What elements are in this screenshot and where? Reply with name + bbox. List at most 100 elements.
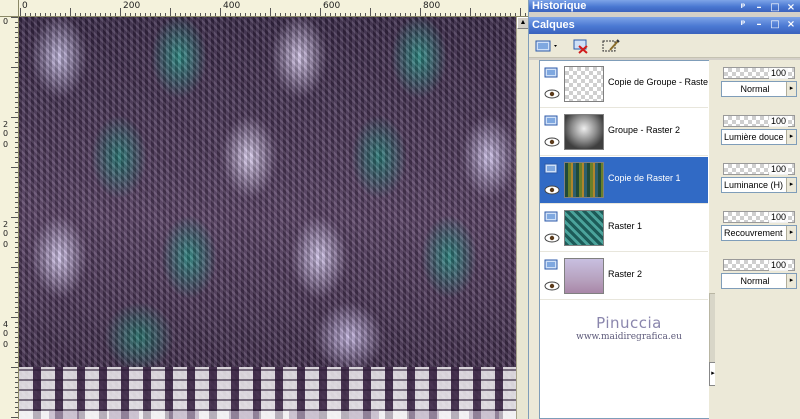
ruler-tick — [325, 13, 326, 16]
ruler-tick — [15, 147, 18, 148]
ruler-tick — [330, 13, 331, 16]
ruler-tick — [375, 13, 376, 16]
ruler-tick — [70, 8, 71, 16]
ruler-tick — [11, 417, 18, 418]
ruler-tick — [465, 13, 466, 16]
ruler-label: 0 — [2, 329, 9, 338]
ruler-tick — [15, 312, 18, 313]
ruler-corner — [0, 0, 19, 17]
layer-row[interactable]: Groupe - Raster 2 — [540, 109, 708, 156]
blend-mode-select[interactable]: Normal ▸ — [721, 273, 797, 289]
layer-row[interactable]: Copie de Groupe - Raster — [540, 61, 708, 108]
ruler-tick — [15, 157, 18, 158]
opacity-slider[interactable]: 100 — [723, 67, 795, 79]
ruler-tick — [50, 13, 51, 16]
layers-toolbar — [529, 34, 800, 58]
layer-thumbnail — [564, 114, 604, 150]
blend-mode-select[interactable]: Recouvrement ▸ — [721, 225, 797, 241]
ruler-tick — [185, 13, 186, 16]
ruler-tick — [15, 112, 18, 113]
ruler-tick — [300, 13, 301, 16]
layer-name: Copie de Groupe - Raster — [608, 77, 708, 87]
close-icon[interactable]: × — [785, 2, 797, 14]
ruler-tick — [430, 13, 431, 16]
ruler-label: 0 — [22, 1, 28, 11]
eye-icon[interactable] — [544, 281, 560, 291]
chevron-right-icon: ▸ — [786, 274, 796, 288]
ruler-tick — [425, 13, 426, 16]
minimize-icon[interactable]: – — [753, 19, 765, 31]
ruler-tick — [15, 342, 18, 343]
ruler-tick — [215, 13, 216, 16]
ruler-tick — [15, 282, 18, 283]
ruler-tick — [170, 8, 171, 16]
ruler-tick — [15, 257, 18, 258]
opacity-value: 100 — [768, 260, 788, 271]
ruler-tick — [11, 367, 18, 368]
layer-row[interactable]: Copie de Raster 1 — [540, 157, 708, 204]
ruler-label: 0 — [2, 340, 9, 349]
eye-icon[interactable] — [544, 233, 560, 243]
watermark: Pinuccia www.maidiregrafica.eu — [564, 314, 694, 342]
ruler-tick — [15, 347, 18, 348]
layer-type-icon — [544, 211, 558, 222]
ruler-tick — [410, 13, 411, 16]
new-layer-button[interactable] — [533, 36, 561, 56]
ruler-tick — [225, 13, 226, 16]
layer-row[interactable]: Raster 2 — [540, 253, 708, 300]
opacity-slider[interactable]: 100 — [723, 259, 795, 271]
ruler-tick — [15, 92, 18, 93]
eye-icon[interactable] — [544, 137, 560, 147]
ruler-tick — [320, 8, 321, 16]
canvas-vertical-scrollbar[interactable]: ▲ — [516, 17, 529, 419]
blend-mode-value: Recouvrement — [724, 228, 783, 238]
pin-icon[interactable]: ᵖ — [737, 19, 749, 31]
blend-mode-select[interactable]: Normal ▸ — [721, 81, 797, 97]
layer-properties-button[interactable] — [599, 36, 623, 56]
opacity-slider[interactable]: 100 — [723, 163, 795, 175]
ruler-tick — [380, 13, 381, 16]
eye-icon[interactable] — [544, 89, 560, 99]
opacity-slider[interactable]: 100 — [723, 211, 795, 223]
ruler-tick — [15, 292, 18, 293]
ruler-tick — [350, 13, 351, 16]
ruler-tick — [490, 13, 491, 16]
minimize-icon[interactable]: – — [753, 2, 765, 14]
eye-icon[interactable] — [544, 185, 560, 195]
ruler-tick — [460, 13, 461, 16]
ruler-tick — [15, 202, 18, 203]
ruler-tick — [450, 13, 451, 16]
layer-row[interactable]: Raster 1 — [540, 205, 708, 252]
ruler-tick — [205, 13, 206, 16]
ruler-tick — [15, 227, 18, 228]
ruler-tick — [15, 177, 18, 178]
ruler-tick — [145, 13, 146, 16]
psp-window: 0 200 400 600 800 0200200400 ▲ Historique ᵖ … — [0, 0, 800, 419]
ruler-tick — [275, 13, 276, 16]
opacity-slider[interactable]: 100 — [723, 115, 795, 127]
history-palette-titlebar[interactable]: Historique ᵖ – □ × — [529, 0, 800, 14]
pin-icon[interactable]: ᵖ — [737, 2, 749, 14]
ruler-tick — [11, 67, 18, 68]
maximize-icon[interactable]: □ — [769, 19, 781, 31]
blend-mode-select[interactable]: Luminance (H) ▸ — [721, 177, 797, 193]
ruler-tick — [15, 152, 18, 153]
ruler-tick — [335, 13, 336, 16]
ruler-tick — [45, 13, 46, 16]
ruler-tick — [15, 332, 18, 333]
ruler-tick — [15, 42, 18, 43]
close-icon[interactable]: × — [785, 19, 797, 31]
delete-layer-button[interactable] — [569, 36, 593, 56]
ruler-tick — [15, 382, 18, 383]
ruler-tick — [100, 13, 101, 16]
new-layer-icon — [535, 40, 557, 52]
ruler-tick — [280, 13, 281, 16]
opacity-value: 100 — [768, 68, 788, 79]
image-canvas[interactable] — [19, 17, 516, 419]
layers-palette-titlebar[interactable]: Calques ᵖ – □ × — [529, 17, 800, 34]
blend-mode-select[interactable]: Lumière douce ▸ — [721, 129, 797, 145]
ruler-tick — [11, 267, 18, 268]
ruler-tick — [15, 137, 18, 138]
maximize-icon[interactable]: □ — [769, 2, 781, 14]
ruler-tick — [260, 13, 261, 16]
